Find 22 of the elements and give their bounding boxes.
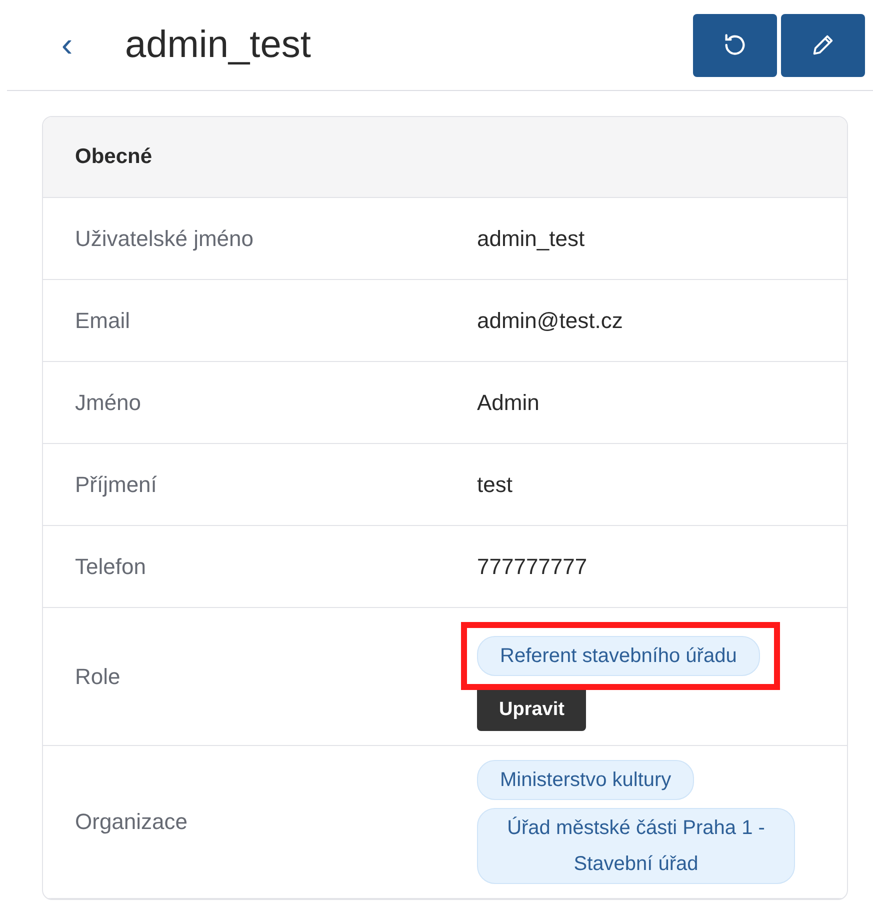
field-label: Organizace (74, 808, 189, 836)
field-value: admin@test.cz (477, 307, 623, 335)
field-label: Jméno (74, 389, 142, 417)
field-value: Admin (477, 389, 540, 417)
field-label: Role (74, 662, 122, 691)
field-label: Příjmení (74, 471, 158, 499)
field-value: admin_test (477, 225, 585, 253)
field-value: test (477, 471, 512, 499)
back-button[interactable]: ‹ (55, 28, 79, 62)
refresh-icon (722, 32, 748, 58)
reset-button[interactable] (693, 14, 777, 76)
field-label: Telefon (74, 553, 147, 581)
field-label: Uživatelské jméno (74, 225, 255, 253)
card-title: Obecné (75, 144, 152, 170)
tooltip: Upravit (477, 690, 586, 730)
field-label: Email (74, 307, 132, 335)
role-chip[interactable]: Úřad městské části Praha 1 - Stavební úřad (477, 808, 795, 884)
page-title: admin_test (125, 22, 311, 68)
role-chip[interactable]: Referent stavebního úřadu (477, 636, 760, 676)
edit-button[interactable] (781, 14, 865, 76)
field-value: 777777777 (477, 553, 588, 581)
role-chip[interactable]: Ministerstvo kultury (477, 760, 694, 800)
